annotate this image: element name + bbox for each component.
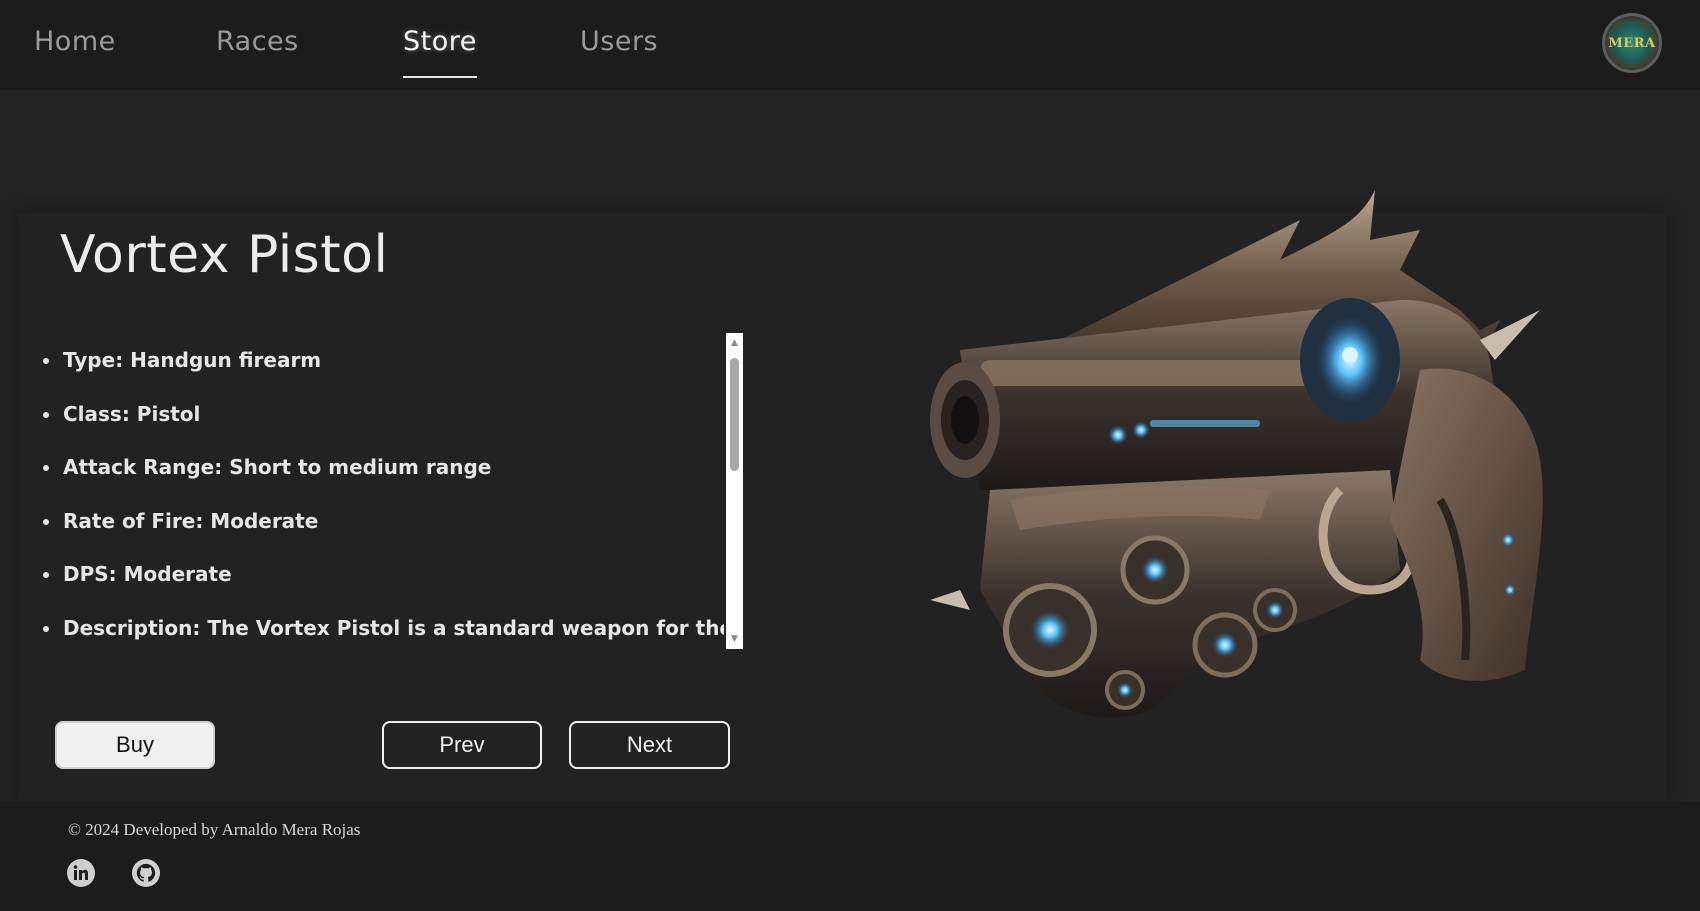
detail-item-type: Type: Handgun firearm [30, 333, 724, 387]
nav-link-home[interactable]: Home [34, 26, 116, 58]
nav-link-races[interactable]: Races [216, 26, 299, 58]
linkedin-icon[interactable] [67, 859, 95, 887]
logo-text: MERA [1608, 35, 1656, 51]
details-list[interactable]: Type: Handgun firearm Class: Pistol Atta… [30, 333, 724, 649]
scroll-thumb[interactable] [730, 358, 739, 471]
scroll-up-icon[interactable]: ▲ [726, 335, 743, 351]
scroll-down-icon[interactable]: ▼ [726, 631, 743, 647]
detail-item-description: Description: The Vortex Pistol is a stan… [30, 601, 724, 650]
nav-link-store[interactable]: Store [403, 26, 477, 78]
details-scrollbar[interactable]: ▲ ▼ [726, 333, 743, 649]
prev-button[interactable]: Prev [382, 721, 542, 769]
next-button[interactable]: Next [569, 721, 730, 769]
detail-item-attack-range: Attack Range: Short to medium range [30, 440, 724, 494]
vortex-pistol-image [930, 190, 1543, 718]
detail-item-dps: DPS: Moderate [30, 547, 724, 601]
active-tab-underline [403, 76, 477, 78]
detail-item-class: Class: Pistol [30, 387, 724, 441]
github-glyph [136, 863, 156, 882]
github-icon[interactable] [132, 859, 160, 887]
product-details: Type: Handgun firearm Class: Pistol Atta… [30, 333, 743, 649]
nav-link-store-label: Store [403, 26, 477, 57]
nav-link-users[interactable]: Users [580, 26, 658, 58]
product-title: Vortex Pistol [60, 225, 389, 285]
footer [0, 802, 1700, 911]
buy-button[interactable]: Buy [55, 721, 215, 769]
linkedin-glyph [73, 865, 88, 880]
top-navbar: Home Races Store Users MERA [0, 0, 1700, 90]
site-logo[interactable]: MERA [1602, 13, 1662, 73]
footer-copyright: © 2024 Developed by Arnaldo Mera Rojas [68, 820, 361, 839]
detail-item-rate-of-fire: Rate of Fire: Moderate [30, 494, 724, 548]
